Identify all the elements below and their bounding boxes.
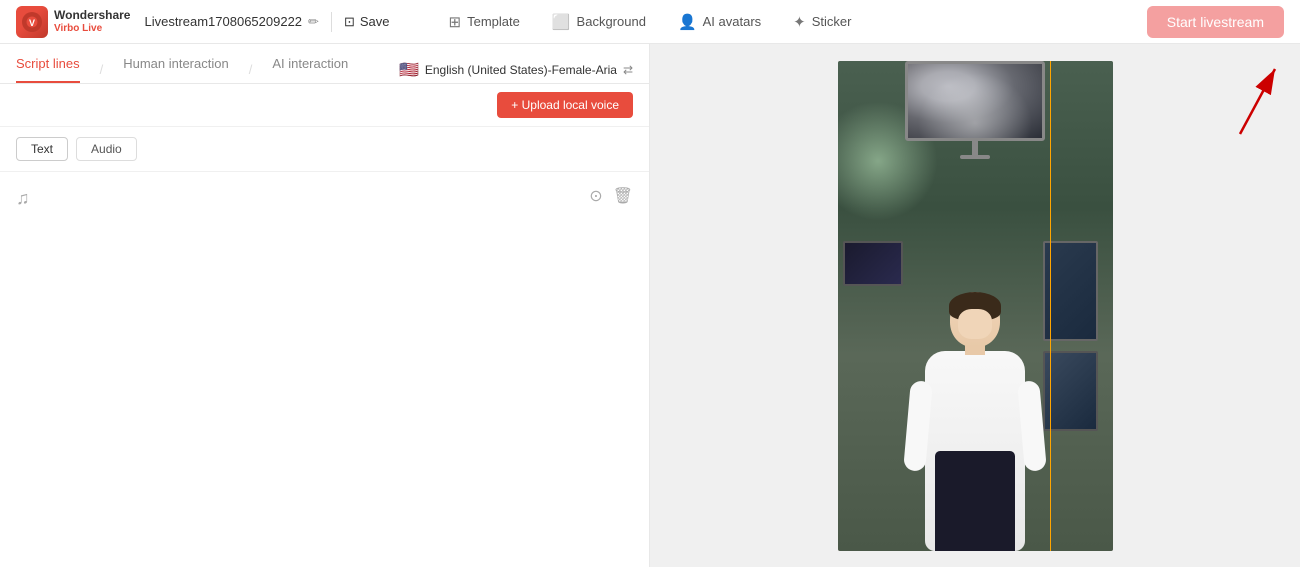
nav-sticker[interactable]: ✦ Sticker — [793, 9, 851, 35]
monitor-right-1 — [1043, 241, 1098, 341]
monitors-bg-right — [1043, 241, 1113, 441]
tab-script-lines[interactable]: Script lines — [16, 56, 80, 83]
tab-human-interaction[interactable]: Human interaction — [123, 56, 229, 83]
upload-voice-button[interactable]: + Upload local voice — [497, 92, 633, 118]
main-content: Script lines / Human interaction / AI in… — [0, 44, 1300, 567]
session-name: Livestream1708065209222 — [144, 14, 302, 29]
orange-guide-line — [1050, 61, 1051, 551]
avatar-figure — [925, 292, 1025, 551]
nav-ai-avatars[interactable]: 👤 AI avatars — [678, 9, 761, 35]
text-toggle-button[interactable]: Text — [16, 137, 68, 161]
edit-session-name-icon[interactable]: ✏ — [308, 14, 319, 30]
background-icon: ⬜ — [552, 13, 571, 31]
save-button[interactable]: ⊡ Save — [344, 14, 390, 30]
script-actions: ⊙ 🗑 — [589, 186, 633, 206]
svg-text:V: V — [29, 18, 35, 28]
voice-selector[interactable]: 🇺🇸 English (United States)-Female-Aria ⇄ — [399, 60, 633, 80]
delete-icon[interactable]: 🗑 — [613, 186, 633, 206]
nav-sticker-label: Sticker — [812, 14, 852, 29]
preview-canvas — [838, 61, 1113, 551]
template-icon: ⊞ — [449, 13, 462, 31]
tab-divider-2: / — [249, 62, 253, 77]
monitor-right-2 — [1043, 351, 1098, 431]
arrow-svg — [1120, 64, 1280, 144]
brand-logo-area: V Wondershare Virbo Live — [16, 6, 130, 38]
nav-background-label: Background — [577, 14, 646, 29]
save-icon: ⊡ — [344, 14, 355, 30]
nav-ai-avatars-label: AI avatars — [703, 14, 762, 29]
tv-container — [905, 61, 1045, 159]
nav-background[interactable]: ⬜ Background — [552, 9, 646, 35]
save-label: Save — [360, 14, 390, 29]
script-tabs: Script lines / Human interaction / AI in… — [0, 44, 649, 84]
brand-sub: Virbo Live — [54, 23, 130, 35]
play-icon[interactable]: ⊙ — [589, 186, 602, 206]
left-panel: Script lines / Human interaction / AI in… — [0, 44, 650, 567]
script-area: ♫ ⊙ 🗑 — [0, 172, 649, 567]
tab-divider-1: / — [100, 62, 104, 77]
text-audio-bar: Text Audio — [0, 127, 649, 172]
audio-toggle-button[interactable]: Audio — [76, 137, 137, 161]
nav-center: ⊞ Template ⬜ Background 👤 AI avatars ✦ S… — [449, 9, 852, 35]
avatar-face — [958, 309, 992, 339]
brand-logo-icon: V — [16, 6, 48, 38]
tv-screen — [905, 61, 1045, 141]
sticker-icon: ✦ — [793, 13, 806, 31]
nav-divider — [331, 12, 332, 32]
voice-name: English (United States)-Female-Aria — [425, 63, 617, 77]
nav-template[interactable]: ⊞ Template — [449, 9, 520, 35]
avatar-head — [950, 292, 1000, 347]
top-nav: V Wondershare Virbo Live Livestream17080… — [0, 0, 1300, 44]
nav-template-label: Template — [467, 14, 520, 29]
tab-ai-interaction[interactable]: AI interaction — [272, 56, 348, 83]
monitors-bg-left — [843, 241, 923, 321]
ai-avatars-icon: 👤 — [678, 13, 697, 31]
swap-voice-icon[interactable]: ⇄ — [623, 63, 633, 77]
flag-icon: 🇺🇸 — [399, 60, 419, 80]
tv-base — [960, 155, 990, 159]
right-panel — [650, 44, 1300, 567]
start-livestream-button[interactable]: Start livestream — [1147, 6, 1284, 38]
music-icon: ♫ — [16, 188, 30, 209]
tv-stand — [972, 141, 978, 155]
monitor-left — [843, 241, 903, 286]
brand-name: Wondershare — [54, 8, 130, 22]
avatar-body — [925, 351, 1025, 551]
arrow-annotation — [1120, 64, 1280, 149]
